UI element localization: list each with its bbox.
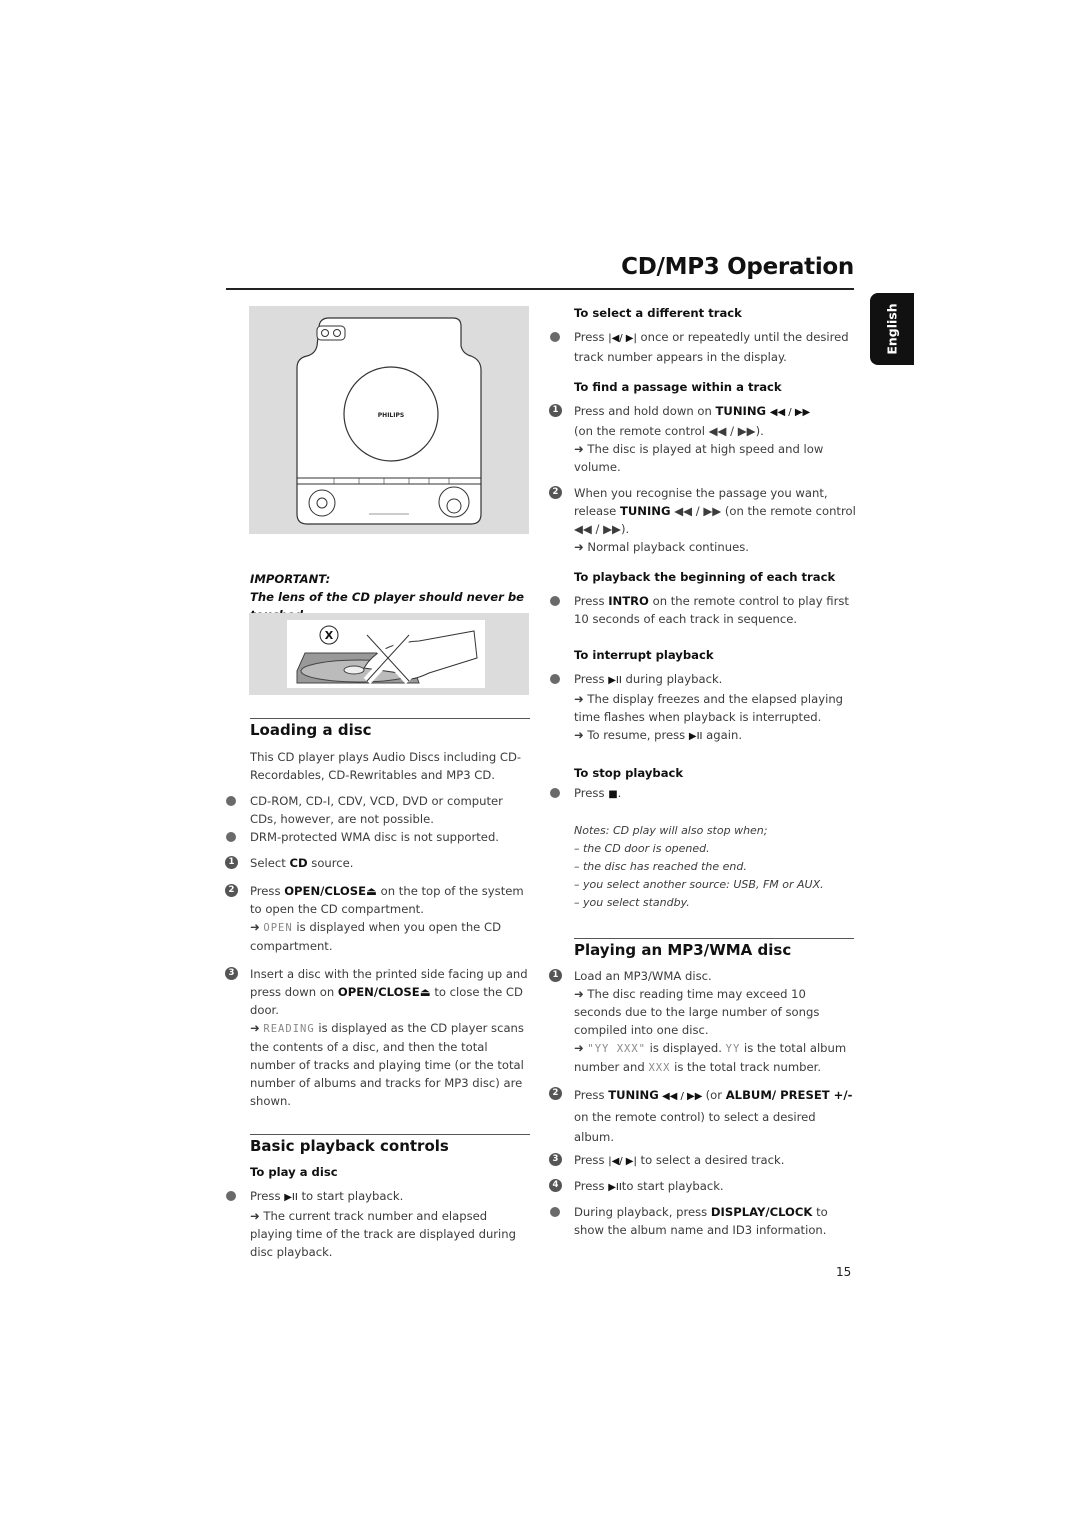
select-track-subheading: To select a different track — [574, 306, 742, 320]
step-number-icon: 3 — [549, 1153, 562, 1166]
prev-next-icon: |◀/ ▶| — [608, 333, 637, 344]
section-divider — [250, 718, 530, 719]
stop-subheading: To stop playback — [574, 766, 684, 780]
section-divider — [250, 1134, 530, 1135]
bullet-icon — [550, 674, 560, 684]
note-line: – you select another source: USB, FM or … — [574, 878, 824, 891]
step-number-icon: 3 — [225, 967, 238, 980]
bullet-icon — [550, 596, 560, 606]
play-pause-icon: ▶II — [608, 675, 622, 686]
list-item: Press ■. — [550, 784, 856, 804]
step-item: 1 Press and hold down on TUNING ◀◀ / ▶▶ … — [549, 402, 856, 476]
arrow-icon: ➜ — [574, 692, 588, 706]
title-divider — [226, 288, 854, 290]
list-item: CD-ROM, CD-I, CDV, VCD, DVD or computer … — [226, 792, 532, 828]
x-marker: X — [325, 629, 334, 642]
bullet-icon — [226, 1191, 236, 1201]
cd-player-top-view-icon: PHILIPS — [296, 317, 482, 525]
list-item: Press INTRO on the remote control to pla… — [550, 592, 856, 628]
arrow-icon: ➜ — [574, 442, 588, 456]
step-number-icon: 4 — [549, 1179, 562, 1192]
language-tab-label: English — [884, 303, 900, 355]
note-line: – you select standby. — [574, 896, 690, 909]
important-label: IMPORTANT: — [250, 572, 331, 586]
bullet-icon — [550, 788, 560, 798]
step-item: 3 Insert a disc with the printed side fa… — [225, 965, 532, 1110]
arrow-icon: ➜ — [250, 920, 264, 934]
right-column: To select a different track Press |◀/ ▶|… — [549, 304, 856, 912]
play-pause-icon: ▶II — [284, 1192, 298, 1203]
step-number-icon: 2 — [549, 486, 562, 499]
lcd-readout: READING — [263, 1023, 315, 1035]
step-number-icon: 2 — [225, 884, 238, 897]
arrow-icon: ➜ — [250, 1021, 264, 1035]
bullet-icon — [226, 832, 236, 842]
arrow-icon: ➜ — [574, 987, 588, 1001]
notes-block: Notes: CD play will also stop when; – th… — [574, 822, 856, 912]
loading-section-body: This CD player plays Audio Discs includi… — [225, 748, 532, 1110]
step-item: 2 When you recognise the passage you wan… — [549, 484, 856, 556]
list-item: DRM-protected WMA disc is not supported. — [226, 828, 532, 846]
prev-next-icon: |◀/ ▶| — [608, 1156, 637, 1167]
lcd-readout: OPEN — [263, 922, 293, 934]
step-item: 4 Press ▶IIto start playback. — [549, 1177, 856, 1197]
list-item: Press ▶II to start playback. ➜ The curre… — [226, 1187, 532, 1261]
note-line: – the CD door is opened. — [574, 842, 710, 855]
stop-icon: ■ — [608, 789, 618, 800]
section-divider — [574, 938, 854, 939]
list-item: Press |◀/ ▶| once or repeatedly until th… — [550, 328, 856, 366]
play-subheading: To play a disc — [250, 1165, 338, 1179]
step-item: 3 Press |◀/ ▶| to select a desired track… — [549, 1151, 856, 1171]
intro-subheading: To playback the beginning of each track — [574, 570, 836, 584]
bullet-icon — [550, 332, 560, 342]
arrow-icon: ➜ — [574, 1041, 588, 1055]
step-item: 2 Press TUNING ◀◀ / ▶▶ (or ALBUM/ PRESET… — [549, 1085, 856, 1147]
arrow-icon: ➜ — [250, 1209, 264, 1223]
language-tab: English — [870, 293, 914, 365]
step-number-icon: 1 — [225, 856, 238, 869]
page-title: CD/MP3 Operation — [621, 254, 854, 280]
do-not-touch-lens-icon: X — [287, 620, 485, 688]
bullet-icon — [226, 796, 236, 806]
step-number-icon: 1 — [549, 404, 562, 417]
list-item: During playback, press DISPLAY/CLOCK to … — [550, 1203, 856, 1239]
step-item: 2 Press OPEN/CLOSE⏏ on the top of the sy… — [225, 882, 532, 955]
interrupt-subheading: To interrupt playback — [574, 648, 714, 662]
find-passage-subheading: To find a passage within a track — [574, 380, 782, 394]
arrow-icon: ➜ — [574, 728, 588, 742]
lens-warning-illustration: X — [249, 613, 529, 695]
device-illustration: PHILIPS — [249, 306, 529, 534]
bullet-icon — [550, 1207, 560, 1217]
step-item: 1 Load an MP3/WMA disc. ➜ The disc readi… — [549, 967, 856, 1077]
loading-section-title: Loading a disc — [250, 721, 372, 739]
loading-intro: This CD player plays Audio Discs includi… — [250, 750, 522, 782]
note-line: – the disc has reached the end. — [574, 860, 747, 873]
brand-logo: PHILIPS — [378, 412, 404, 419]
step-number-icon: 1 — [549, 969, 562, 982]
step-item: 1 Select CD source. — [225, 854, 532, 872]
seek-icon: ◀◀ / ▶▶ — [769, 407, 811, 418]
basic-section-body: To play a disc Press ▶II to start playba… — [226, 1163, 532, 1261]
mp3-section-title: Playing an MP3/WMA disc — [574, 941, 792, 959]
arrow-icon: ➜ — [574, 540, 588, 554]
play-pause-icon: ▶II — [688, 731, 703, 742]
mp3-section-body: 1 Load an MP3/WMA disc. ➜ The disc readi… — [549, 967, 856, 1239]
note-line: Notes: CD play will also stop when; — [574, 824, 768, 837]
basic-section-title: Basic playback controls — [250, 1137, 449, 1155]
page-number: 15 — [836, 1265, 852, 1279]
step-number-icon: 2 — [549, 1087, 562, 1100]
list-item: Press ▶II during playback. ➜ The display… — [550, 670, 856, 746]
seek-icon: ◀◀ / ▶▶ — [658, 1091, 706, 1102]
play-pause-icon: ▶II — [608, 1182, 622, 1193]
lcd-readout: "YY XXX" — [587, 1043, 646, 1055]
